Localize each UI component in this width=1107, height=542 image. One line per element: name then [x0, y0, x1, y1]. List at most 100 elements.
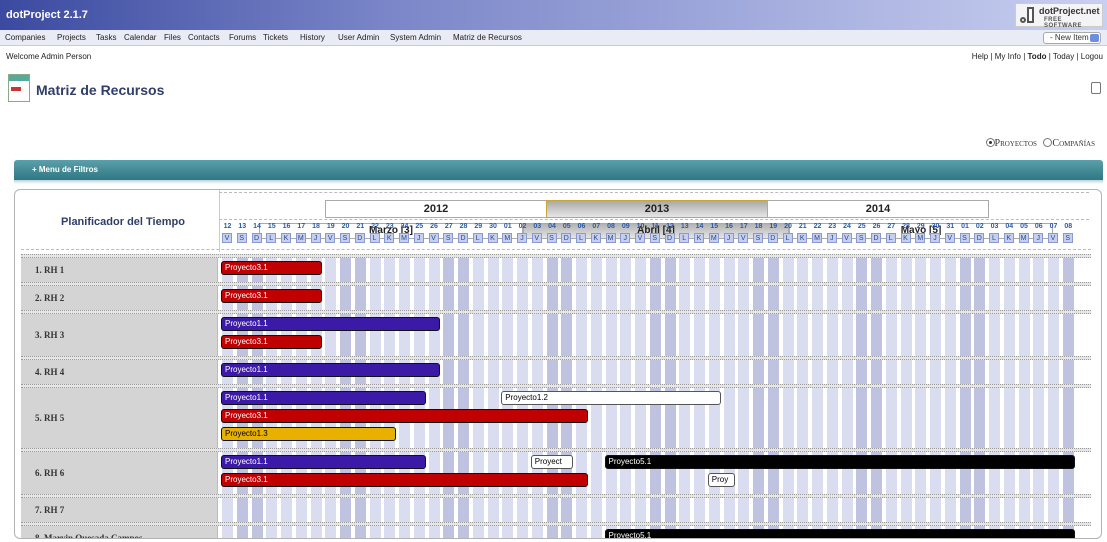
resource-name[interactable]: 6. RH 6: [35, 468, 64, 478]
day-letter[interactable]: V: [1048, 233, 1058, 243]
nav-companies[interactable]: Companies: [5, 33, 45, 42]
day-letter[interactable]: S: [443, 233, 454, 243]
radio-proyectos[interactable]: [985, 138, 995, 147]
nav-files[interactable]: Files: [164, 33, 181, 42]
day-letter[interactable]: L: [369, 233, 380, 243]
filter-menu-toggle[interactable]: + Menu de Filtros: [32, 165, 98, 174]
year-tab-2014[interactable]: 2014: [767, 200, 989, 218]
day-letter[interactable]: V: [738, 233, 749, 243]
day-letter[interactable]: V: [944, 233, 955, 243]
day-letter[interactable]: K: [797, 233, 808, 243]
day-letter[interactable]: D: [458, 233, 468, 243]
day-letter[interactable]: K: [487, 233, 498, 243]
task-bar[interactable]: Proyecto1.1: [221, 363, 441, 377]
nav-contacts[interactable]: Contacts: [188, 33, 220, 42]
day-letter[interactable]: J: [930, 233, 940, 243]
day-letter[interactable]: M: [295, 233, 306, 243]
day-letter[interactable]: J: [723, 233, 734, 243]
resource-name[interactable]: 3. RH 3: [35, 330, 64, 340]
day-letter[interactable]: M: [915, 233, 926, 243]
day-letter[interactable]: M: [605, 233, 616, 243]
task-bar[interactable]: Proyecto3.1: [221, 473, 588, 487]
day-letter[interactable]: L: [266, 233, 277, 243]
new-item-select[interactable]: - New Item -: [1043, 32, 1101, 44]
task-bar[interactable]: Proyecto1.1: [221, 391, 426, 405]
resource-name[interactable]: 2. RH 2: [35, 293, 64, 303]
task-bar[interactable]: Proyecto1.1: [221, 317, 441, 331]
help-link[interactable]: Help: [972, 52, 988, 61]
day-letter[interactable]: V: [841, 233, 852, 243]
resource-name[interactable]: 5. RH 5: [35, 413, 64, 423]
day-letter[interactable]: J: [413, 233, 424, 243]
day-letter[interactable]: J: [517, 233, 527, 243]
task-bar[interactable]: Proyecto3.1: [221, 289, 323, 303]
day-letter[interactable]: M: [1018, 233, 1029, 243]
help-icon[interactable]: [1091, 82, 1101, 94]
nav-calendar[interactable]: Calendar: [124, 33, 156, 42]
day-letter[interactable]: S: [236, 233, 247, 243]
logout-link[interactable]: Logou: [1081, 52, 1103, 61]
day-letter[interactable]: D: [767, 233, 778, 243]
task-bar[interactable]: Proyecto3.1: [221, 409, 588, 423]
task-bar[interactable]: Proyecto1.3: [221, 427, 396, 441]
year-tab-2013[interactable]: 2013: [546, 200, 768, 218]
nav-projects[interactable]: Projects: [57, 33, 86, 42]
day-letter[interactable]: K: [384, 233, 395, 243]
resource-name[interactable]: 8. Marvin Quesada Campos: [35, 533, 143, 538]
day-letter[interactable]: S: [649, 233, 660, 243]
nav-matriz-recursos[interactable]: Matriz de Recursos: [453, 33, 522, 42]
day-letter[interactable]: J: [826, 233, 837, 243]
my-info-link[interactable]: My Info: [995, 52, 1021, 61]
day-letter[interactable]: M: [708, 233, 719, 243]
day-letter[interactable]: S: [959, 233, 970, 243]
day-letter[interactable]: L: [679, 233, 690, 243]
day-letter[interactable]: J: [1033, 233, 1044, 243]
day-letter[interactable]: K: [281, 233, 291, 243]
day-letter[interactable]: V: [635, 233, 645, 243]
nav-history[interactable]: History: [300, 33, 325, 42]
nav-system-admin[interactable]: System Admin: [390, 33, 441, 42]
day-letter[interactable]: K: [590, 233, 601, 243]
day-letter[interactable]: D: [251, 233, 262, 243]
task-bar[interactable]: Proyecto1.2: [501, 391, 721, 405]
todo-link[interactable]: Todo: [1028, 52, 1047, 61]
day-letter[interactable]: J: [310, 233, 321, 243]
day-letter[interactable]: D: [664, 233, 675, 243]
task-bar[interactable]: Proyecto1.1: [221, 455, 426, 469]
task-bar[interactable]: Proy: [707, 473, 736, 487]
resource-name[interactable]: 1. RH 1: [35, 265, 64, 275]
resource-name[interactable]: 4. RH 4: [35, 367, 64, 377]
filter-menu-bar[interactable]: + Menu de Filtros: [14, 160, 1103, 180]
day-letter[interactable]: K: [694, 233, 704, 243]
day-letter[interactable]: L: [576, 233, 586, 243]
day-letter[interactable]: V: [222, 233, 232, 243]
resource-name[interactable]: 7. RH 7: [35, 505, 64, 515]
nav-forums[interactable]: Forums: [229, 33, 256, 42]
nav-tickets[interactable]: Tickets: [263, 33, 288, 42]
day-letter[interactable]: S: [546, 233, 557, 243]
task-bar[interactable]: Proyecto3.1: [221, 261, 323, 275]
nav-user-admin[interactable]: User Admin: [338, 33, 379, 42]
task-bar[interactable]: Proyecto5.1: [604, 455, 1075, 469]
day-letter[interactable]: D: [974, 233, 985, 243]
day-letter[interactable]: M: [399, 233, 409, 243]
year-tab-2012[interactable]: 2012: [325, 200, 547, 218]
day-letter[interactable]: D: [354, 233, 365, 243]
day-letter[interactable]: M: [812, 233, 822, 243]
task-bar[interactable]: Proyect: [530, 455, 573, 469]
day-letter[interactable]: S: [753, 233, 763, 243]
day-letter[interactable]: S: [1062, 233, 1073, 243]
nav-tasks[interactable]: Tasks: [96, 33, 116, 42]
task-bar[interactable]: Proyecto5.1: [604, 529, 1075, 538]
day-letter[interactable]: V: [428, 233, 439, 243]
day-letter[interactable]: V: [531, 233, 542, 243]
day-letter[interactable]: L: [782, 233, 793, 243]
day-letter[interactable]: D: [561, 233, 572, 243]
day-letter[interactable]: J: [620, 233, 631, 243]
day-letter[interactable]: M: [502, 233, 513, 243]
day-letter[interactable]: S: [340, 233, 350, 243]
dotproject-logo[interactable]: dotProject.net FREE SOFTWARE: [1015, 3, 1103, 29]
day-letter[interactable]: L: [472, 233, 483, 243]
today-link[interactable]: Today: [1053, 52, 1074, 61]
day-letter[interactable]: V: [325, 233, 336, 243]
